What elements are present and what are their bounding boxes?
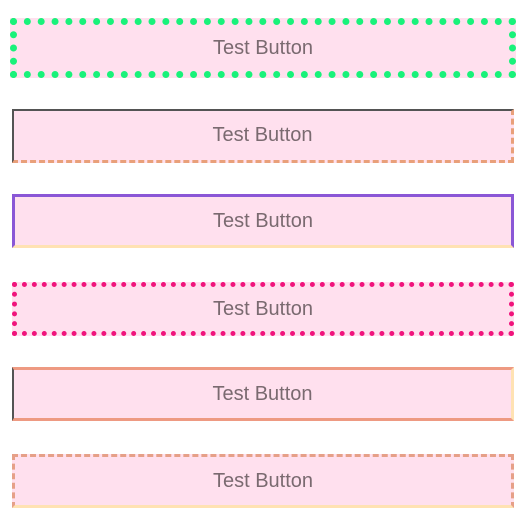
test-button-1[interactable]: Test Button — [10, 18, 516, 78]
test-button-6[interactable]: Test Button — [12, 454, 514, 508]
test-button-5[interactable]: Test Button — [12, 367, 514, 421]
test-button-4[interactable]: Test Button — [12, 282, 514, 336]
test-button-3[interactable]: Test Button — [12, 194, 514, 248]
test-button-2[interactable]: Test Button — [12, 109, 514, 163]
